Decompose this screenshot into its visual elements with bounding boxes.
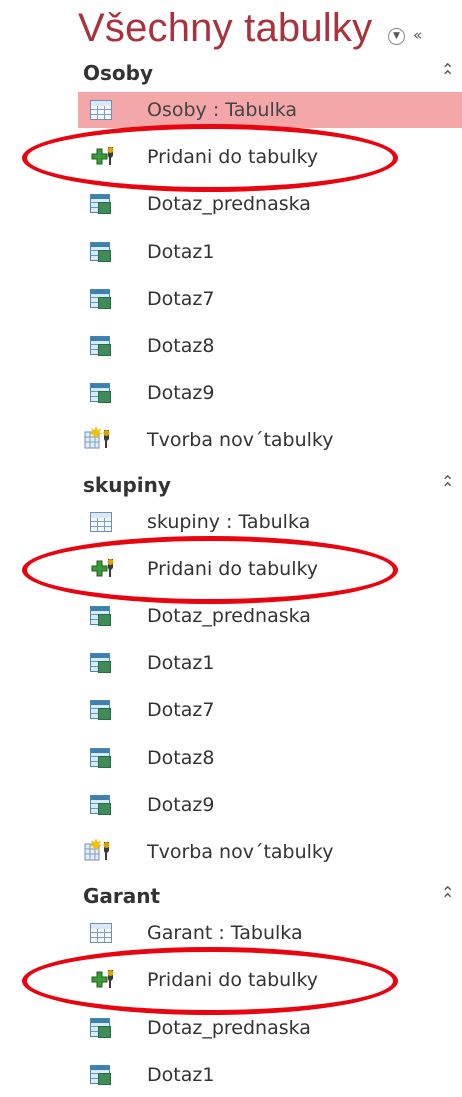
append-query-icon: [90, 557, 116, 581]
select-query-icon: [90, 383, 111, 404]
item-label: Dotaz7: [147, 699, 215, 722]
item-label: Dotaz_prednaska: [147, 605, 311, 627]
item-label: Dotaz8: [147, 746, 215, 769]
pane-controls: ▼ «: [388, 26, 422, 45]
query-item[interactable]: Dotaz7: [78, 692, 462, 728]
select-query-icon: [90, 288, 111, 309]
query-item[interactable]: Dotaz7: [78, 281, 462, 317]
query-item[interactable]: Dotaz1: [78, 234, 462, 270]
table-item[interactable]: Garant : Tabulka: [78, 915, 462, 951]
select-query-icon: [90, 794, 111, 815]
select-query-icon: [90, 1064, 111, 1085]
query-item[interactable]: Dotaz_prednaska: [78, 598, 462, 634]
group-header-osoby[interactable]: Osoby ⌃ ⌃: [83, 58, 462, 88]
item-label: Dotaz1: [147, 240, 215, 263]
table-item[interactable]: skupiny : Tabulka: [78, 504, 462, 540]
select-query-icon: [90, 336, 111, 356]
select-query-icon: [90, 653, 111, 674]
item-label: Dotaz8: [147, 335, 215, 357]
query-item[interactable]: Dotaz9: [78, 375, 462, 411]
make-table-query-item[interactable]: Tvorba nov´tabulky: [78, 834, 462, 870]
query-item[interactable]: Dotaz1: [78, 1057, 462, 1093]
append-query-item[interactable]: Pridani do tabulky: [78, 962, 462, 998]
append-query-icon: [90, 145, 116, 169]
table-icon: [90, 923, 112, 944]
table-icon: [90, 100, 112, 120]
item-label: Tvorba nov´tabulky: [147, 841, 334, 863]
select-query-icon: [90, 194, 111, 215]
append-query-icon: [90, 968, 116, 992]
append-query-item[interactable]: Pridani do tabulky: [78, 139, 462, 175]
query-item[interactable]: Dotaz8: [78, 740, 462, 776]
group-header-label: skupiny: [83, 472, 171, 497]
item-label: Dotaz9: [147, 382, 215, 405]
query-item[interactable]: Dotaz1: [78, 645, 462, 681]
append-query-item[interactable]: Pridani do tabulky: [78, 551, 462, 587]
item-label: Dotaz1: [147, 1063, 215, 1086]
select-query-icon: [90, 747, 111, 768]
select-query-icon: [90, 606, 111, 626]
item-label: Osoby : Tabulka: [147, 99, 298, 121]
item-label: Dotaz_prednaska: [147, 1016, 311, 1039]
double-chevron-up-icon[interactable]: ⌃ ⌃: [441, 62, 454, 85]
query-item[interactable]: Dotaz_prednaska: [78, 186, 462, 222]
double-chevron-left-icon[interactable]: «: [413, 26, 422, 44]
make-table-query-item[interactable]: Tvorba nov´tabulky: [78, 422, 462, 458]
item-label: Dotaz1: [147, 652, 215, 675]
group-header-label: Osoby: [83, 61, 153, 85]
select-query-icon: [90, 241, 111, 262]
double-chevron-up-icon[interactable]: ⌃ ⌃: [441, 885, 454, 908]
table-icon: [90, 511, 112, 532]
item-label: Pridani do tabulky: [147, 146, 319, 169]
item-label: skupiny : Tabulka: [147, 510, 311, 533]
query-item[interactable]: Dotaz9: [78, 787, 462, 823]
group-header-label: Garant: [83, 884, 161, 909]
group-header-skupiny[interactable]: skupiny ⌃ ⌃: [83, 470, 462, 500]
select-query-icon: [90, 700, 111, 721]
double-chevron-up-icon[interactable]: ⌃ ⌃: [441, 473, 454, 496]
table-item[interactable]: Osoby : Tabulka: [78, 92, 462, 128]
item-label: Dotaz_prednaska: [147, 193, 311, 216]
group-header-garant[interactable]: Garant ⌃ ⌃: [83, 881, 462, 911]
item-label: Pridani do tabulky: [147, 969, 319, 992]
item-label: Garant : Tabulka: [147, 922, 303, 945]
item-label: Tvorba nov´tabulky: [147, 429, 334, 452]
item-label: Dotaz7: [147, 287, 215, 310]
item-label: Pridani do tabulky: [147, 557, 319, 580]
make-table-query-icon: [84, 426, 114, 452]
query-item[interactable]: Dotaz_prednaska: [78, 1010, 462, 1046]
select-query-icon: [90, 1017, 111, 1038]
pane-title[interactable]: Všechny tabulky: [78, 6, 372, 51]
chevron-circle-down-icon[interactable]: ▼: [388, 27, 405, 45]
make-table-query-icon: [84, 838, 114, 864]
query-item[interactable]: Dotaz8: [78, 328, 462, 364]
item-label: Dotaz9: [147, 793, 215, 816]
